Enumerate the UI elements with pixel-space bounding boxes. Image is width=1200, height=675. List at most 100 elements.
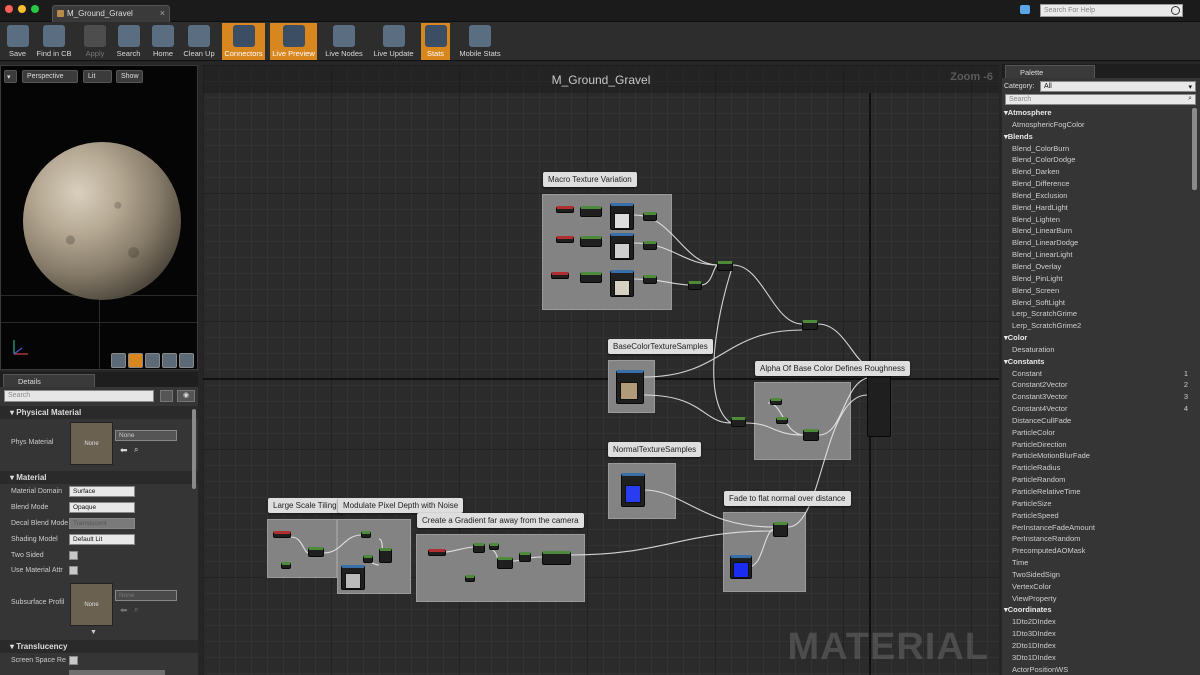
grid-view-icon[interactable] bbox=[160, 390, 173, 402]
phys-material-thumbnail[interactable]: None bbox=[70, 422, 113, 465]
palette-item[interactable]: Blend_HardLight bbox=[1002, 202, 1190, 214]
comment-label-base-color[interactable]: BaseColorTextureSamples bbox=[608, 339, 713, 354]
lit-button[interactable]: Lit bbox=[83, 70, 112, 83]
comment-label-gradient[interactable]: Create a Gradient far away from the came… bbox=[417, 513, 584, 528]
palette-item[interactable]: Time bbox=[1002, 557, 1190, 569]
palette-item[interactable]: ParticleRandom bbox=[1002, 474, 1190, 486]
category-dropdown[interactable]: All ▾ bbox=[1040, 81, 1196, 92]
teapot-preview-icon[interactable] bbox=[179, 353, 194, 368]
close-tab-icon[interactable]: × bbox=[160, 8, 165, 18]
palette-item[interactable]: Blend_ColorDodge bbox=[1002, 154, 1190, 166]
lerp-node[interactable] bbox=[717, 261, 733, 271]
use-material-attr-checkbox[interactable] bbox=[69, 566, 78, 575]
help-search-input[interactable]: Search For Help bbox=[1040, 4, 1183, 17]
home-button[interactable]: Home bbox=[148, 23, 178, 60]
constant-node[interactable] bbox=[770, 398, 782, 405]
palette-item[interactable]: 3Dto1DIndex bbox=[1002, 652, 1190, 664]
comment-box-alpha-roughness[interactable] bbox=[754, 382, 851, 460]
lerp-node[interactable] bbox=[731, 417, 746, 427]
constant-node[interactable] bbox=[363, 555, 373, 563]
multiply-node[interactable] bbox=[379, 548, 392, 563]
palette-category[interactable]: ▾Blends bbox=[1002, 131, 1190, 143]
section-translucency[interactable]: ▾ Translucency bbox=[0, 640, 198, 653]
subtract-node[interactable] bbox=[473, 543, 485, 553]
palette-item[interactable]: Blend_PinLight bbox=[1002, 273, 1190, 285]
phys-material-dropdown[interactable]: None bbox=[115, 430, 177, 441]
palette-category[interactable]: ▾Atmosphere bbox=[1002, 107, 1190, 119]
palette-item[interactable]: Blend_LinearDodge bbox=[1002, 237, 1190, 249]
palette-search-input[interactable]: Search ⌕ bbox=[1005, 94, 1196, 105]
palette-tab[interactable]: Palette bbox=[1005, 65, 1095, 78]
section-material[interactable]: ▾ Material bbox=[0, 471, 198, 484]
comment-label-modulate[interactable]: Modulate Pixel Depth with Noise bbox=[338, 498, 464, 513]
palette-item[interactable]: ViewProperty bbox=[1002, 593, 1190, 605]
lerp-node[interactable] bbox=[773, 522, 788, 537]
blend-mode-dropdown[interactable]: Opaque bbox=[69, 502, 135, 513]
power-node[interactable] bbox=[542, 551, 571, 565]
shading-model-dropdown[interactable]: Default Lit bbox=[69, 534, 135, 545]
find-in-cb-button[interactable]: Find in CB bbox=[35, 23, 73, 60]
constant-node[interactable] bbox=[489, 543, 499, 550]
lighting-mode-dropdown[interactable] bbox=[69, 670, 165, 675]
palette-item[interactable]: ParticleSpeed bbox=[1002, 510, 1190, 522]
palette-item[interactable]: DistanceCullFade bbox=[1002, 415, 1190, 427]
subsurface-profile-thumbnail[interactable]: None bbox=[70, 583, 113, 626]
palette-item[interactable]: Constant4Vector 4 bbox=[1002, 403, 1190, 415]
palette-item[interactable]: Blend_SoftLight bbox=[1002, 297, 1190, 309]
lerp-node[interactable] bbox=[643, 241, 657, 250]
save-button[interactable]: Save bbox=[4, 23, 31, 60]
live-preview-button[interactable]: Live Preview bbox=[270, 23, 317, 60]
material-domain-dropdown[interactable]: Surface bbox=[69, 486, 135, 497]
divide-node[interactable] bbox=[497, 557, 513, 569]
palette-item[interactable]: ParticleMotionBlurFade bbox=[1002, 450, 1190, 462]
palette-item[interactable]: ParticleRelativeTime bbox=[1002, 486, 1190, 498]
palette-item[interactable]: 1Dto2DIndex bbox=[1002, 616, 1190, 628]
two-sided-checkbox[interactable] bbox=[69, 551, 78, 560]
comment-label-macro[interactable]: Macro Texture Variation bbox=[543, 172, 637, 187]
palette-item[interactable]: Blend_Lighten bbox=[1002, 214, 1190, 226]
chat-icon[interactable] bbox=[1020, 5, 1030, 14]
palette-item[interactable]: Blend_Screen bbox=[1002, 285, 1190, 297]
preview-viewport[interactable]: ▾ Perspective Lit Show bbox=[0, 65, 198, 370]
palette-item[interactable]: 1Dto3DIndex bbox=[1002, 628, 1190, 640]
minimize-window-button[interactable] bbox=[18, 5, 26, 13]
lerp-node[interactable] bbox=[688, 281, 702, 290]
constant-node[interactable] bbox=[776, 417, 788, 424]
palette-item[interactable]: Lerp_ScratchGrime bbox=[1002, 308, 1190, 320]
comment-label-tiling[interactable]: Large Scale Tiling bbox=[268, 498, 342, 513]
show-button[interactable]: Show bbox=[116, 70, 143, 83]
palette-item[interactable]: Desaturation bbox=[1002, 344, 1190, 356]
palette-scrollbar[interactable] bbox=[1192, 108, 1197, 190]
comment-box-tiling[interactable] bbox=[267, 519, 337, 578]
palette-item[interactable]: Blend_LinearBurn bbox=[1002, 225, 1190, 237]
live-nodes-button[interactable]: Live Nodes bbox=[322, 23, 366, 60]
close-window-button[interactable] bbox=[5, 5, 13, 13]
palette-item[interactable]: Blend_Darken bbox=[1002, 166, 1190, 178]
palette-item[interactable]: ParticleColor bbox=[1002, 427, 1190, 439]
material-output-node[interactable] bbox=[867, 373, 891, 437]
eye-icon[interactable]: ◉ bbox=[177, 390, 195, 402]
palette-item[interactable]: ParticleSize bbox=[1002, 498, 1190, 510]
palette-item[interactable]: ParticleDirection bbox=[1002, 439, 1190, 451]
details-scrollbar[interactable] bbox=[192, 409, 196, 489]
lerp-node[interactable] bbox=[803, 429, 819, 441]
material-graph[interactable]: M_Ground_Gravel Zoom -6 MATERIAL Macro T… bbox=[203, 65, 999, 675]
stats-button[interactable]: Stats bbox=[421, 23, 450, 60]
palette-item[interactable]: 2Dto1DIndex bbox=[1002, 640, 1190, 652]
cube-preview-icon[interactable] bbox=[162, 353, 177, 368]
connectors-button[interactable]: Connectors bbox=[222, 23, 265, 60]
multiply-node[interactable] bbox=[580, 272, 602, 283]
palette-item[interactable]: Blend_LinearLight bbox=[1002, 249, 1190, 261]
details-search-input[interactable]: Search bbox=[4, 390, 154, 402]
palette-category[interactable]: ▾Constants bbox=[1002, 356, 1190, 368]
perspective-button[interactable]: Perspective bbox=[22, 70, 78, 83]
comment-label-fade[interactable]: Fade to flat normal over distance bbox=[724, 491, 851, 506]
section-physical-material[interactable]: ▾ Physical Material bbox=[0, 406, 198, 419]
palette-category[interactable]: ▾Coordinates bbox=[1002, 604, 1190, 616]
browse-search-icon[interactable]: ⌕ bbox=[134, 445, 138, 455]
screen-space-re-checkbox[interactable] bbox=[69, 656, 78, 665]
viewport-menu-button[interactable]: ▾ bbox=[4, 70, 17, 83]
asset-tab[interactable]: M_Ground_Gravel × bbox=[52, 5, 170, 22]
texcoord-node[interactable] bbox=[551, 272, 569, 279]
comment-label-alpha-roughness[interactable]: Alpha Of Base Color Defines Roughness bbox=[755, 361, 910, 376]
